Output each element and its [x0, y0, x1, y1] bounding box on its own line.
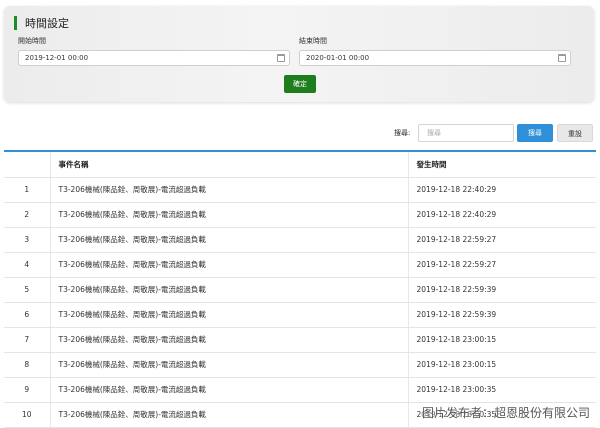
row-event-name: T3-206機械(陳品銓、周敬展)-電流超過負載	[50, 327, 409, 353]
row-index: 9	[4, 377, 51, 403]
search-input[interactable]: 搜尋	[418, 124, 514, 142]
confirm-button[interactable]: 確定	[284, 75, 316, 93]
row-event-name: T3-206機械(陳品銓、周敬展)-電流超過負載	[50, 277, 409, 303]
table-row[interactable]: 3 T3-206機械(陳品銓、周敬展)-電流超過負載 2019-12-18 22:5…	[4, 227, 596, 253]
table-row[interactable]: 7 T3-206機械(陳品銓、周敬展)-電流超過負載 2019-12-18 23:0…	[4, 327, 596, 353]
row-event-name: T3-206機械(陳品銓、周敬展)-電流超過負載	[50, 302, 409, 328]
table-row[interactable]: 8 T3-206機械(陳品銓、周敬展)-電流超過負載 2019-12-18 23:0…	[4, 352, 596, 378]
start-time-label: 開始時間	[18, 37, 46, 45]
panel-title: 時間設定	[14, 15, 69, 31]
column-header-index[interactable]	[4, 151, 51, 178]
row-index: 2	[4, 202, 51, 228]
reset-button[interactable]: 重設	[557, 124, 593, 142]
row-time: 2019-12-18 23:00:15	[408, 327, 596, 353]
row-index: 1	[4, 177, 51, 203]
row-time: 2019-12-18 22:59:27	[408, 227, 596, 253]
search-label: 搜尋:	[394, 129, 411, 137]
row-time: 2019-12-18 23:00:35	[408, 377, 596, 403]
publisher-watermark: 图片发布者：超恩股份有限公司	[421, 406, 590, 420]
start-time-value: 2019-12-01 00:00	[25, 54, 89, 62]
end-time-input[interactable]: 2020-01-01 00:00	[299, 50, 571, 66]
calendar-icon[interactable]	[558, 54, 566, 62]
row-event-name: T3-206機械(陳品銓、周敬展)-電流超過負載	[50, 177, 409, 203]
table-row[interactable]: 6 T3-206機械(陳品銓、周敬展)-電流超過負載 2019-12-18 22:5…	[4, 302, 596, 328]
row-event-name: T3-206機械(陳品銓、周敬展)-電流超過負載	[50, 402, 409, 428]
end-time-label: 結束時間	[299, 37, 327, 45]
row-time: 2019-12-18 22:59:27	[408, 252, 596, 278]
row-time: 2019-12-18 22:59:39	[408, 277, 596, 303]
table-row[interactable]: 5 T3-206機械(陳品銓、周敬展)-電流超過負載 2019-12-18 22:5…	[4, 277, 596, 303]
table-row[interactable]: 1 T3-206機械(陳品銓、周敬展)-電流超過負載 2019-12-18 22:4…	[4, 177, 596, 203]
row-index: 10	[4, 402, 51, 428]
title-accent-bar	[14, 16, 17, 30]
table-row[interactable]: 4 T3-206機械(陳品銓、周敬展)-電流超過負載 2019-12-18 22:5…	[4, 252, 596, 278]
row-time: 2019-12-18 22:59:39	[408, 302, 596, 328]
row-time: 2019-12-18 22:40:29	[408, 202, 596, 228]
row-index: 4	[4, 252, 51, 278]
event-table: 事件名稱 發生時間 1 T3-206機械(陳品銓、周敬展)-電流超過負載 2019-…	[4, 150, 596, 428]
table-row[interactable]: 2 T3-206機械(陳品銓、周敬展)-電流超過負載 2019-12-18 22:4…	[4, 202, 596, 228]
start-time-input[interactable]: 2019-12-01 00:00	[18, 50, 290, 66]
row-event-name: T3-206機械(陳品銓、周敬展)-電流超過負載	[50, 202, 409, 228]
row-event-name: T3-206機械(陳品銓、周敬展)-電流超過負載	[50, 377, 409, 403]
row-time: 2019-12-18 23:00:15	[408, 352, 596, 378]
column-header-event-name[interactable]: 事件名稱	[50, 151, 409, 178]
table-header-row: 事件名稱 發生時間	[4, 151, 596, 178]
column-header-time[interactable]: 發生時間	[408, 151, 596, 178]
row-event-name: T3-206機械(陳品銓、周敬展)-電流超過負載	[50, 252, 409, 278]
row-index: 8	[4, 352, 51, 378]
row-event-name: T3-206機械(陳品銓、周敬展)-電流超過負載	[50, 227, 409, 253]
row-time: 2019-12-18 22:40:29	[408, 177, 596, 203]
end-time-value: 2020-01-01 00:00	[306, 54, 370, 62]
row-index: 6	[4, 302, 51, 328]
search-button[interactable]: 搜尋	[517, 124, 553, 142]
row-index: 3	[4, 227, 51, 253]
row-index: 5	[4, 277, 51, 303]
row-event-name: T3-206機械(陳品銓、周敬展)-電流超過負載	[50, 352, 409, 378]
row-index: 7	[4, 327, 51, 353]
table-row[interactable]: 9 T3-206機械(陳品銓、周敬展)-電流超過負載 2019-12-18 23:0…	[4, 377, 596, 403]
panel-title-text: 時間設定	[25, 17, 69, 30]
calendar-icon[interactable]	[277, 54, 285, 62]
